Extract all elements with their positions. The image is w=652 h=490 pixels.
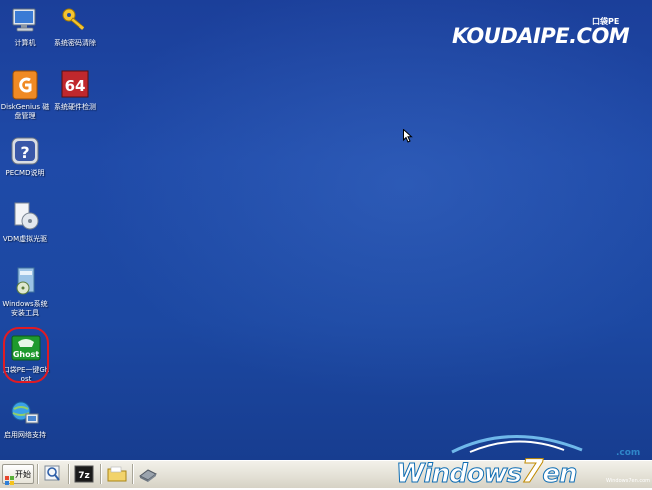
desktop-icon-diskgenius[interactable]: DiskGenius 磁盘管理 [0, 69, 50, 121]
magnifier-icon [44, 465, 60, 481]
desktop-icon-label: VDM虚拟光驱 [2, 235, 48, 243]
network-icon [9, 397, 41, 429]
desktop-icon-label: 系统密码清除 [54, 39, 96, 47]
taskbar-divider [132, 464, 133, 484]
ghost-highlight-ring [3, 327, 49, 383]
start-button[interactable]: 开始 [2, 464, 34, 485]
quick-launch-search[interactable] [42, 464, 64, 484]
desktop-icon-hardware-check[interactable]: 64 系统硬件检测 [50, 69, 100, 112]
drive-icon [139, 469, 157, 482]
taskbar-divider [37, 464, 38, 484]
desktop-icon-label: 系统硬件检测 [54, 103, 96, 111]
windows-installer-icon [9, 266, 41, 298]
brand-logo: KOUDAIPE.COM 口袋PE [452, 17, 632, 52]
quick-launch-drive[interactable] [137, 464, 159, 484]
taskbar-divider [100, 464, 101, 484]
brand-logo-text: KOUDAIPE.COM [452, 24, 630, 48]
7zip-icon: 7z [74, 465, 94, 483]
desktop-icon-network-support[interactable]: 启用网络支持 [0, 397, 50, 440]
taskbar-divider [68, 464, 69, 484]
brand-badge: 口袋PE [592, 17, 620, 26]
desktop: KOUDAIPE.COM 口袋PE 计算机 系统密码清除 DiskGenius … [0, 0, 652, 460]
desktop-icon-password-clear[interactable]: 系统密码清除 [50, 5, 100, 48]
desktop-icon-vdm-drive[interactable]: VDM虚拟光驱 [0, 201, 50, 244]
folder-icon [107, 466, 127, 482]
mouse-cursor-icon [403, 128, 413, 143]
virtual-drive-icon [9, 201, 41, 233]
svg-text:64: 64 [65, 77, 86, 95]
svg-text:?: ? [20, 143, 29, 162]
desktop-icon-label: DiskGenius 磁盘管理 [0, 103, 50, 120]
watermark-dotcom: .com [616, 448, 641, 458]
computer-icon [9, 5, 41, 37]
key-icon [59, 5, 91, 37]
quick-launch-folder[interactable] [106, 464, 128, 484]
watermark-text: Windows7en [395, 452, 578, 490]
quick-launch-7zip[interactable]: 7z [73, 464, 95, 484]
desktop-icon-pecmd-help[interactable]: ? PECMD说明 [0, 135, 50, 178]
start-label: 开始 [15, 469, 31, 479]
diskgenius-icon [9, 69, 41, 101]
7zip-text: 7z [78, 471, 90, 481]
watermark-small-url: Windows7en.com [606, 478, 651, 484]
windows-flag-icon [5, 470, 14, 485]
desktop-icon-label: 计算机 [14, 39, 36, 47]
desktop-icon-label: PECMD说明 [5, 169, 45, 177]
desktop-icon-label: 启用网络支持 [4, 431, 46, 439]
desktop-icon-windows-installer[interactable]: Windows系统安装工具 [0, 266, 50, 318]
help-icon: ? [9, 135, 41, 167]
desktop-icon-computer[interactable]: 计算机 [0, 5, 50, 48]
desktop-icon-label: Windows系统安装工具 [2, 300, 48, 317]
windows7en-watermark: Windows7en .com Windows7en.com [392, 428, 651, 490]
hardware-64-icon: 64 [59, 69, 91, 101]
